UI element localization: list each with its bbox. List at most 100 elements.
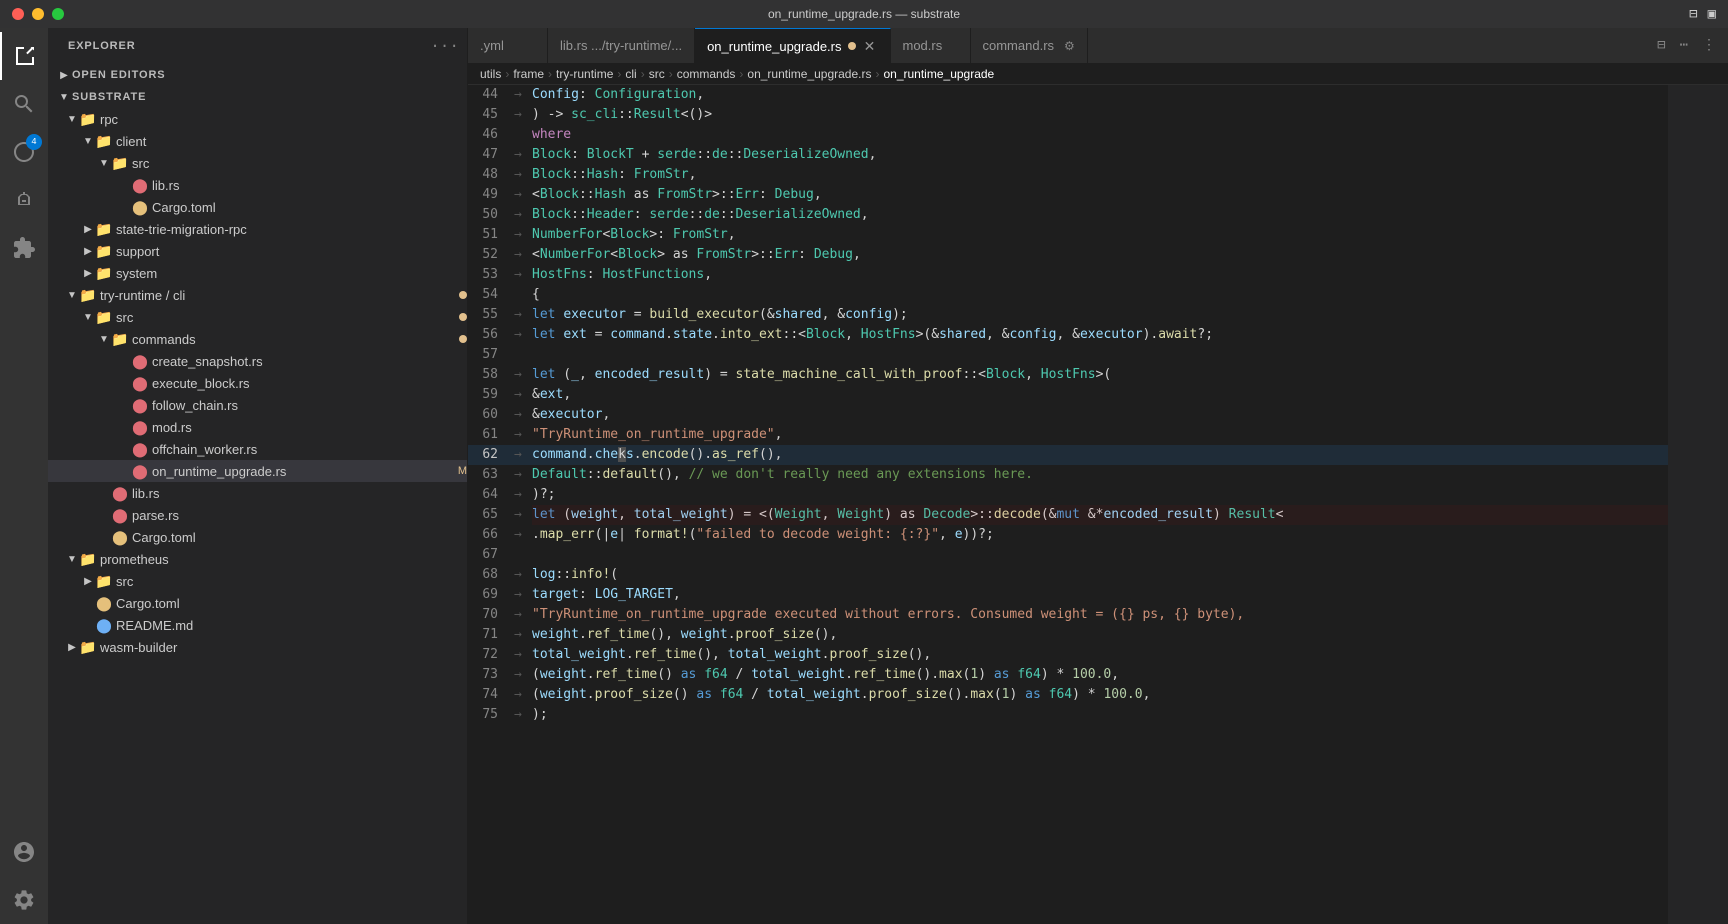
git-badge: 4 (26, 134, 42, 150)
code-line-56: 56 → let ext = command.state.into_ext::<… (468, 325, 1668, 345)
src-try-dot (459, 313, 467, 321)
tree-item-client[interactable]: ▼ 📁 client (48, 130, 467, 152)
tree-item-src-prom[interactable]: ▶ 📁 src (48, 570, 467, 592)
tree-item-system[interactable]: ▶ 📁 system (48, 262, 467, 284)
code-line-62: 62 → command.cheks.encode().as_ref(), (468, 445, 1668, 465)
tree-item-state-trie[interactable]: ▶ 📁 state-trie-migration-rpc (48, 218, 467, 240)
tree-item-readme-prom[interactable]: ▶ ⬤ README.md (48, 614, 467, 636)
code-line-50: 50 → Block::Header: serde::de::Deseriali… (468, 205, 1668, 225)
split-icon[interactable]: ⊟ (1689, 6, 1697, 23)
folder-icon-support: 📁 (96, 243, 112, 259)
tree-item-commands[interactable]: ▼ 📁 commands (48, 328, 467, 350)
open-editors-section[interactable]: ▶ OPEN EDITORS (48, 64, 467, 86)
tabs-actions: ⊟ ⋯ ⋮ (1645, 28, 1728, 63)
tree-item-offchain-worker[interactable]: ▶ ⬤ offchain_worker.rs (48, 438, 467, 460)
activity-account[interactable] (0, 828, 48, 876)
activity-search[interactable] (0, 80, 48, 128)
tab-command[interactable]: command.rs ⚙ (971, 28, 1088, 63)
tree-item-rpc[interactable]: ▼ 📁 rpc (48, 108, 467, 130)
tab-yaml[interactable]: .yml (468, 28, 548, 63)
code-line-63: 63 → Default::default(), // we don't rea… (468, 465, 1668, 485)
code-editor[interactable]: 44 → Config: Configuration, 45 → ) -> sc… (468, 85, 1728, 924)
code-line-59: 59 → &ext, (468, 385, 1668, 405)
tree-item-cargo-client[interactable]: ▶ ⬤ Cargo.toml (48, 196, 467, 218)
file-icon-readme-prom: ⬤ (96, 617, 112, 633)
tab-command-icon: ⚙ (1064, 39, 1075, 53)
window-title: on_runtime_upgrade.rs — substrate (768, 7, 960, 21)
tab-lib[interactable]: lib.rs .../try-runtime/... (548, 28, 695, 63)
close-button[interactable] (12, 8, 24, 20)
activity-run[interactable] (0, 176, 48, 224)
file-icon-cargo-client: ⬤ (132, 199, 148, 215)
maximize-button[interactable] (52, 8, 64, 20)
tab-on-runtime-label: on_runtime_upgrade.rs (707, 39, 841, 54)
tree-item-try-runtime[interactable]: ▼ 📁 try-runtime / cli (48, 284, 467, 306)
breadcrumb-cli[interactable]: cli (625, 67, 636, 81)
tree-item-src-client[interactable]: ▼ 📁 src (48, 152, 467, 174)
breadcrumb-frame[interactable]: frame (513, 67, 544, 81)
tab-lib-label: lib.rs .../try-runtime/... (560, 38, 682, 53)
modified-badge: M (458, 465, 467, 477)
folder-icon-src-client: 📁 (112, 155, 128, 171)
activity-git[interactable]: 4 (0, 128, 48, 176)
tree-item-parse-rs[interactable]: ▶ ⬤ parse.rs (48, 504, 467, 526)
activity-explorer[interactable] (0, 32, 48, 80)
code-line-68: 68 → log::info!( (468, 565, 1668, 585)
code-line-51: 51 → NumberFor<Block>: FromStr, (468, 225, 1668, 245)
code-line-74: 74 → (weight.proof_size() as f64 / total… (468, 685, 1668, 705)
tree-item-create-snapshot[interactable]: ▶ ⬤ create_snapshot.rs (48, 350, 467, 372)
folder-icon-commands: 📁 (112, 331, 128, 347)
tree-item-cargo-try[interactable]: ▶ ⬤ Cargo.toml (48, 526, 467, 548)
code-line-73: 73 → (weight.ref_time() as f64 / total_w… (468, 665, 1668, 685)
activity-settings[interactable] (0, 876, 48, 924)
explorer-title: EXPLORER (56, 32, 148, 60)
explorer-menu[interactable]: ··· (430, 37, 459, 55)
open-editors-arrow: ▶ (56, 67, 72, 83)
breadcrumb-commands[interactable]: commands (677, 67, 736, 81)
activity-extensions[interactable] (0, 224, 48, 272)
code-line-67: 67 (468, 545, 1668, 565)
layout-icon[interactable]: ▣ (1708, 6, 1716, 23)
tree-item-prometheus[interactable]: ▼ 📁 prometheus (48, 548, 467, 570)
code-line-48: 48 → Block::Hash: FromStr, (468, 165, 1668, 185)
breadcrumb-utils[interactable]: utils (480, 67, 501, 81)
folder-icon-src-try: 📁 (96, 309, 112, 325)
tree-item-lib-client[interactable]: ▶ ⬤ lib.rs (48, 174, 467, 196)
substrate-root[interactable]: ▼ SUBSTRATE (48, 86, 467, 108)
tree-item-wasm-builder[interactable]: ▶ 📁 wasm-builder (48, 636, 467, 658)
breadcrumb-try-runtime[interactable]: try-runtime (556, 67, 613, 81)
code-line-58: 58 → let (_, encoded_result) = state_mac… (468, 365, 1668, 385)
folder-icon-client: 📁 (96, 133, 112, 149)
code-line-53: 53 → HostFns: HostFunctions, (468, 265, 1668, 285)
window-controls (12, 8, 64, 20)
tree-item-lib-try[interactable]: ▶ ⬤ lib.rs (48, 482, 467, 504)
tab-on-runtime[interactable]: on_runtime_upgrade.rs ✕ (695, 28, 890, 63)
tree-item-mod-rs[interactable]: ▶ ⬤ mod.rs (48, 416, 467, 438)
minimap (1668, 85, 1728, 924)
tabs-action-overflow[interactable]: ⋯ (1676, 35, 1692, 56)
code-line-69: 69 → target: LOG_TARGET, (468, 585, 1668, 605)
code-line-54: 54 { (468, 285, 1668, 305)
tree-item-on-runtime-upgrade[interactable]: ▶ ⬤ on_runtime_upgrade.rs M (48, 460, 467, 482)
breadcrumb-on-runtime-file[interactable]: on_runtime_upgrade.rs (747, 67, 871, 81)
minimize-button[interactable] (32, 8, 44, 20)
tab-close-btn[interactable]: ✕ (862, 38, 878, 54)
breadcrumb-src[interactable]: src (649, 67, 665, 81)
code-line-75: 75 → ); (468, 705, 1668, 725)
file-icon-lib-client: ⬤ (132, 177, 148, 193)
tabs-action-more[interactable]: ⋮ (1698, 35, 1720, 56)
tab-mod[interactable]: mod.rs (891, 28, 971, 63)
tree-item-follow-chain[interactable]: ▶ ⬤ follow_chain.rs (48, 394, 467, 416)
tree-item-cargo-prom[interactable]: ▶ ⬤ Cargo.toml (48, 592, 467, 614)
file-icon-offchain-worker: ⬤ (132, 441, 148, 457)
tree-item-execute-block[interactable]: ▶ ⬤ execute_block.rs (48, 372, 467, 394)
tree-item-support[interactable]: ▶ 📁 support (48, 240, 467, 262)
tabs-action-split[interactable]: ⊟ (1653, 35, 1669, 56)
breadcrumb: utils › frame › try-runtime › cli › src … (468, 63, 1728, 85)
sidebar: EXPLORER ··· ▶ OPEN EDITORS ▼ SUBSTRATE … (48, 28, 468, 924)
folder-icon-system: 📁 (96, 265, 112, 281)
code-line-65: 65 → let (weight, total_weight) = <(Weig… (468, 505, 1668, 525)
breadcrumb-on-runtime-fn[interactable]: on_runtime_upgrade (883, 67, 994, 81)
title-bar-icons: ⊟ ▣ (1689, 6, 1716, 23)
tree-item-src-try[interactable]: ▼ 📁 src (48, 306, 467, 328)
